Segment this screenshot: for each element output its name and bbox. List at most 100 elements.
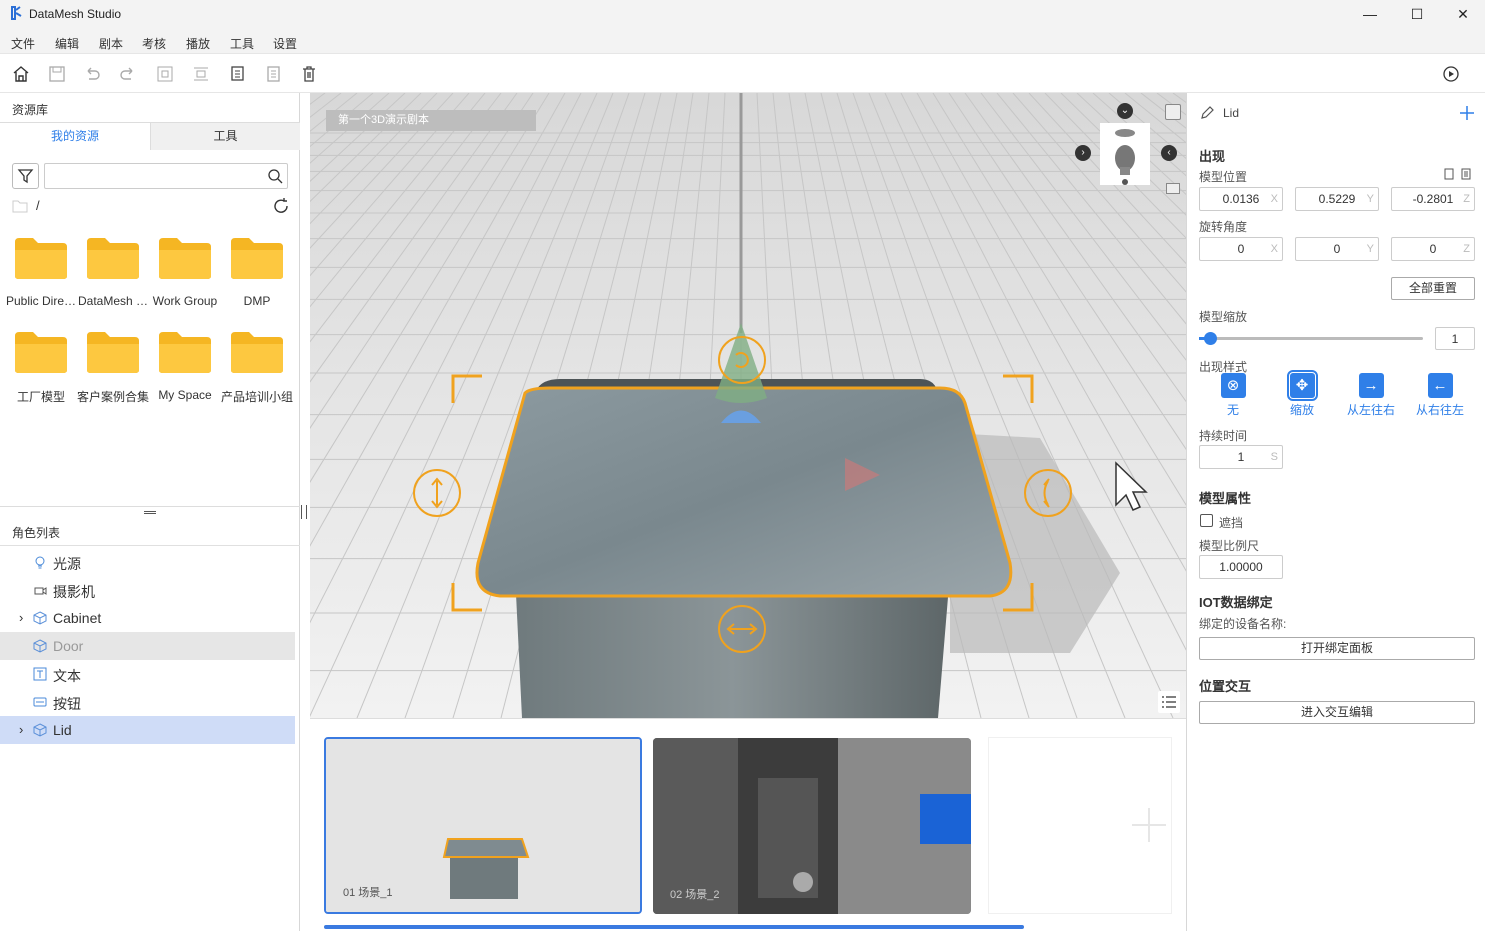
interact-section-title: 位置交互 — [1199, 679, 1252, 694]
rotation-y-input[interactable]: 0Y — [1295, 237, 1379, 261]
rotate-left-icon[interactable]: ‹ — [1161, 145, 1177, 161]
focus-icon[interactable] — [1165, 104, 1181, 120]
model-scale-input[interactable]: 1.00000 — [1199, 555, 1283, 579]
properties-panel: Lid 出现 模型位置 0.0136 X 0.5229 Y -0.2801 Z 旋转角… — [1186, 93, 1485, 931]
duration-input[interactable]: 1S — [1199, 445, 1283, 469]
home-icon[interactable] — [11, 64, 31, 84]
folder-label: 产品培训小组 — [221, 390, 293, 404]
minimize-button[interactable]: — — [1347, 0, 1393, 28]
role-item-文本[interactable]: 文本 — [0, 660, 295, 688]
role-item-lid[interactable]: › Lid — [0, 716, 295, 744]
menu-settings[interactable]: 设置 — [273, 35, 297, 52]
scale-value-input[interactable]: 1 — [1435, 327, 1475, 350]
occlude-checkbox[interactable] — [1200, 514, 1213, 527]
style-left-to-right-option[interactable]: → 从左往右 — [1341, 373, 1401, 418]
grid-toggle-icon[interactable] — [1166, 183, 1180, 194]
position-y-input[interactable]: 0.5229 Y — [1295, 187, 1379, 211]
menu-tools[interactable]: 工具 — [230, 35, 254, 52]
object-name: Lid — [1223, 106, 1240, 120]
position-label: 模型位置 — [1199, 170, 1248, 184]
head-view-icon — [1115, 129, 1135, 185]
occlude-label: 遮挡 — [1219, 516, 1244, 530]
scene-scrollbar[interactable] — [324, 925, 1024, 929]
reset-all-button[interactable]: 全部重置 — [1391, 277, 1475, 300]
scene-strip: 01 场景_1 02 场景_2 — [310, 718, 1186, 931]
folder-item[interactable]: Public Dire… — [6, 236, 76, 308]
tab-my-resources[interactable]: 我的资源 — [0, 123, 150, 150]
folder-label: Work Group — [152, 294, 218, 308]
folder-item[interactable]: 客户案例合集 — [77, 330, 149, 405]
3d-viewport[interactable]: 第一个3D演示剧本 ⌄ › ‹ — [310, 93, 1186, 718]
scale-icon: ✥ — [1286, 370, 1318, 401]
folder-item[interactable]: 产品培训小组 — [221, 330, 293, 405]
model-scale-label: 模型比例尺 — [1199, 539, 1260, 553]
add-scene-button[interactable] — [988, 737, 1172, 914]
filter-button[interactable] — [12, 163, 39, 189]
scale-slider[interactable] — [1199, 332, 1423, 345]
scene-thumbnail-2[interactable]: 02 场景_2 — [653, 738, 971, 914]
delete-icon[interactable] — [299, 64, 319, 84]
play-preview-icon[interactable] — [1441, 64, 1461, 84]
scale-slider-knob[interactable] — [1204, 332, 1218, 345]
folder-outline-icon — [12, 200, 28, 213]
tab-tools[interactable]: 工具 — [150, 123, 300, 150]
style-right-to-left-option[interactable]: ← 从右往左 — [1410, 373, 1470, 418]
search-input[interactable] — [44, 163, 288, 189]
redo-icon[interactable] — [118, 64, 138, 84]
role-label: 光源 — [53, 556, 81, 572]
title-bar: DataMesh Studio — ☐ ✕ — [0, 0, 1485, 28]
group-icon[interactable] — [155, 64, 175, 84]
role-item-摄影机[interactable]: 摄影机 — [0, 576, 295, 604]
paste-icon[interactable] — [263, 64, 283, 84]
iot-section-title: IOT数据绑定 — [1199, 595, 1273, 610]
chevron-right-icon[interactable]: › — [19, 722, 23, 737]
view-orientation-widget[interactable] — [1100, 123, 1150, 185]
style-scale-option[interactable]: ✥ 缩放 — [1272, 370, 1332, 418]
open-binding-panel-button[interactable]: 打开绑定面板 — [1199, 637, 1475, 660]
menu-file[interactable]: 文件 — [11, 35, 35, 52]
role-item-door[interactable]: Door — [0, 632, 295, 660]
list-view-icon[interactable] — [1158, 691, 1180, 713]
rotation-x-input[interactable]: 0X — [1199, 237, 1283, 261]
role-item-光源[interactable]: 光源 — [0, 548, 295, 576]
role-item-按钮[interactable]: 按钮 — [0, 688, 295, 716]
search-icon — [268, 169, 283, 184]
add-icon[interactable] — [1459, 105, 1475, 121]
button-icon — [33, 695, 47, 709]
rotate-right-icon[interactable]: › — [1075, 145, 1091, 161]
close-button[interactable]: ✕ — [1440, 0, 1485, 28]
rotate-down-icon[interactable]: ⌄ — [1117, 103, 1133, 119]
model-attr-section-title: 模型属性 — [1199, 491, 1252, 506]
folder-item[interactable]: DMP — [226, 236, 288, 308]
folder-item[interactable]: 工厂模型 — [10, 330, 72, 405]
position-z-input[interactable]: -0.2801 Z — [1391, 187, 1475, 211]
refresh-icon[interactable] — [272, 197, 290, 215]
align-icon[interactable] — [191, 64, 211, 84]
arrow-left-icon: ← — [1427, 373, 1453, 398]
vertical-splitter-handle[interactable] — [301, 505, 307, 519]
position-x-input[interactable]: 0.0136 X — [1199, 187, 1283, 211]
maximize-button[interactable]: ☐ — [1394, 0, 1440, 28]
chevron-right-icon[interactable]: › — [19, 610, 23, 625]
menu-play[interactable]: 播放 — [186, 35, 210, 52]
edit-icon[interactable] — [1199, 105, 1215, 121]
menu-exam[interactable]: 考核 — [142, 35, 166, 52]
role-label: 文本 — [53, 668, 81, 684]
folder-item[interactable]: My Space — [154, 330, 216, 402]
rotation-z-input[interactable]: 0Z — [1391, 237, 1475, 261]
menu-edit[interactable]: 编辑 — [55, 35, 79, 52]
folder-item[interactable]: Work Group — [153, 236, 217, 308]
copy-icon[interactable] — [1443, 168, 1455, 180]
scene-thumbnail-1[interactable]: 01 场景_1 — [324, 737, 642, 914]
folder-item[interactable]: DataMesh … — [78, 236, 148, 308]
save-icon[interactable] — [47, 64, 67, 84]
undo-icon[interactable] — [82, 64, 102, 84]
paste-icon[interactable] — [1460, 168, 1472, 180]
panel-splitter[interactable] — [0, 506, 300, 518]
copy-icon[interactable] — [227, 64, 247, 84]
menu-script[interactable]: 剧本 — [99, 35, 123, 52]
enter-interaction-edit-button[interactable]: 进入交互编辑 — [1199, 701, 1475, 724]
role-item-cabinet[interactable]: › Cabinet — [0, 604, 295, 632]
style-none-option[interactable]: ⊗ 无 — [1203, 373, 1263, 418]
text-icon — [33, 667, 47, 681]
